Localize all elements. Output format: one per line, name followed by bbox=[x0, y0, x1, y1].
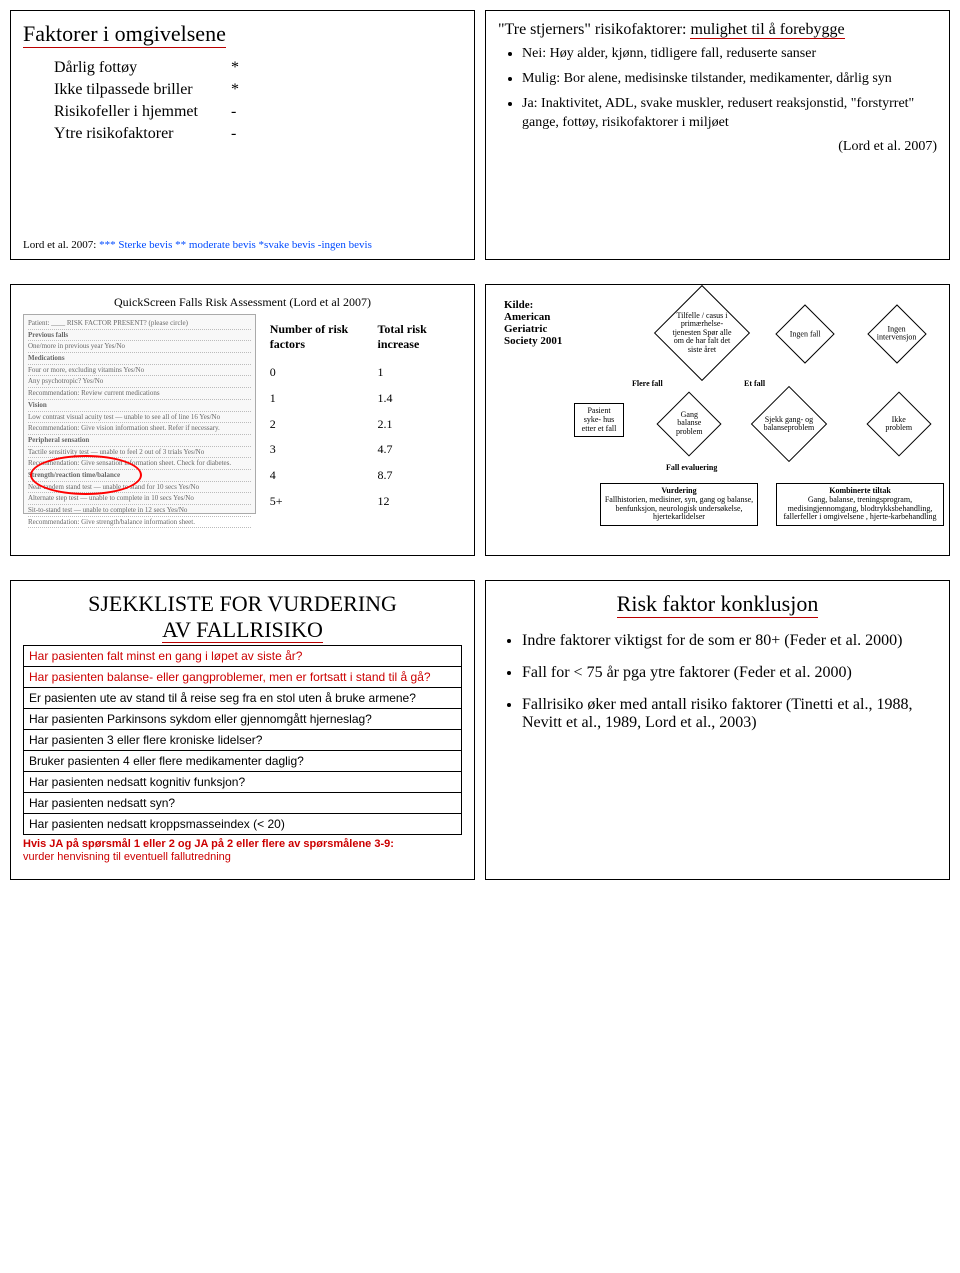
slide-flowchart: Kilde: American Geriatric Society 2001 T… bbox=[485, 284, 950, 556]
slide2-list: Nei: Høy alder, kjønn, tidligere fall, r… bbox=[522, 45, 937, 133]
checklist-row: Har pasienten nedsatt kroppsmasseindex (… bbox=[24, 814, 462, 835]
slide6-list: Indre faktorer viktigst for de som er 80… bbox=[522, 632, 937, 732]
slide1-factor-table: Dårlig fottøy* Ikke tilpassede briller* … bbox=[51, 56, 242, 146]
checklist-row: Bruker pasienten 4 eller flere medikamen… bbox=[24, 751, 462, 772]
quickscreen-form-image: Patient: ____ RISK FACTOR PRESENT? (plea… bbox=[23, 314, 256, 514]
slide2-title: "Tre stjerners" risikofaktorer: mulighet… bbox=[498, 21, 937, 39]
slide5-title: SJEKKLISTE FOR VURDERINGAV FALLRISIKO bbox=[23, 591, 462, 643]
diamond-gang-balanse: Gang balanse problem bbox=[656, 391, 721, 456]
box-vurdering: VurderingFallhistorien, medisiner, syn, … bbox=[600, 483, 758, 526]
checklist-row: Har pasienten nedsatt syn? bbox=[24, 793, 462, 814]
slide1-legend: Lord et al. 2007: *** Sterke bevis ** mo… bbox=[23, 239, 372, 251]
slide2-citation: (Lord et al. 2007) bbox=[498, 139, 937, 155]
diamond-no-fall: Ingen fall bbox=[775, 304, 834, 363]
slide6-title: Risk faktor konklusjon bbox=[617, 591, 819, 618]
diamond-no-intervention: Ingen intervensjon bbox=[867, 304, 926, 363]
red-circle-annotation bbox=[30, 455, 142, 495]
diamond-ikke-problem: Ikke problem bbox=[866, 391, 931, 456]
diamond-primary-case: Tilfelle / casus i primærhelse- tjeneste… bbox=[654, 285, 750, 381]
box-kombinerte-tiltak: Kombinerte tiltakGang, balanse, trenings… bbox=[776, 483, 944, 526]
checklist-footer: Hvis JA på spørsmål 1 eller 2 og JA på 2… bbox=[23, 838, 462, 863]
diamond-sjekk-gang: Sjekk gang- og balanseproblem bbox=[751, 386, 827, 462]
slide3-title: QuickScreen Falls Risk Assessment (Lord … bbox=[23, 295, 462, 310]
slide-sjekkliste: SJEKKLISTE FOR VURDERINGAV FALLRISIKO Ha… bbox=[10, 580, 475, 880]
checklist-row: Er pasienten ute av stand til å reise se… bbox=[24, 688, 462, 709]
slide-faktorer-omgivelsene: Faktorer i omgivelsene Dårlig fottøy* Ik… bbox=[10, 10, 475, 260]
checklist-row: Har pasienten falt minst en gang i løpet… bbox=[24, 646, 462, 667]
checklist-row: Har pasienten balanse- eller gangproblem… bbox=[24, 667, 462, 688]
checklist-row: Har pasienten 3 eller flere kroniske lid… bbox=[24, 730, 462, 751]
slide-quickscreen: QuickScreen Falls Risk Assessment (Lord … bbox=[10, 284, 475, 556]
label-fall-evaluering: Fall evaluering bbox=[666, 463, 717, 472]
flowchart-source: Kilde: American Geriatric Society 2001 bbox=[504, 299, 574, 347]
label-flere-fall: Flere fall bbox=[632, 379, 663, 388]
box-pasient-sykehus: Pasient syke- hus etter et fall bbox=[574, 403, 624, 437]
risk-increase-table: Number of risk factorsTotal risk increas… bbox=[262, 314, 462, 514]
slide-tre-stjerners: "Tre stjerners" risikofaktorer: mulighet… bbox=[485, 10, 950, 260]
checklist-row: Har pasienten nedsatt kognitiv funksjon? bbox=[24, 772, 462, 793]
slide1-title: Faktorer i omgivelsene bbox=[23, 21, 226, 48]
label-et-fall: Et fall bbox=[744, 379, 765, 388]
checklist-table: Har pasienten falt minst en gang i løpet… bbox=[23, 645, 462, 835]
checklist-row: Har pasienten Parkinsons sykdom eller gj… bbox=[24, 709, 462, 730]
slide-risk-konklusjon: Risk faktor konklusjon Indre faktorer vi… bbox=[485, 580, 950, 880]
